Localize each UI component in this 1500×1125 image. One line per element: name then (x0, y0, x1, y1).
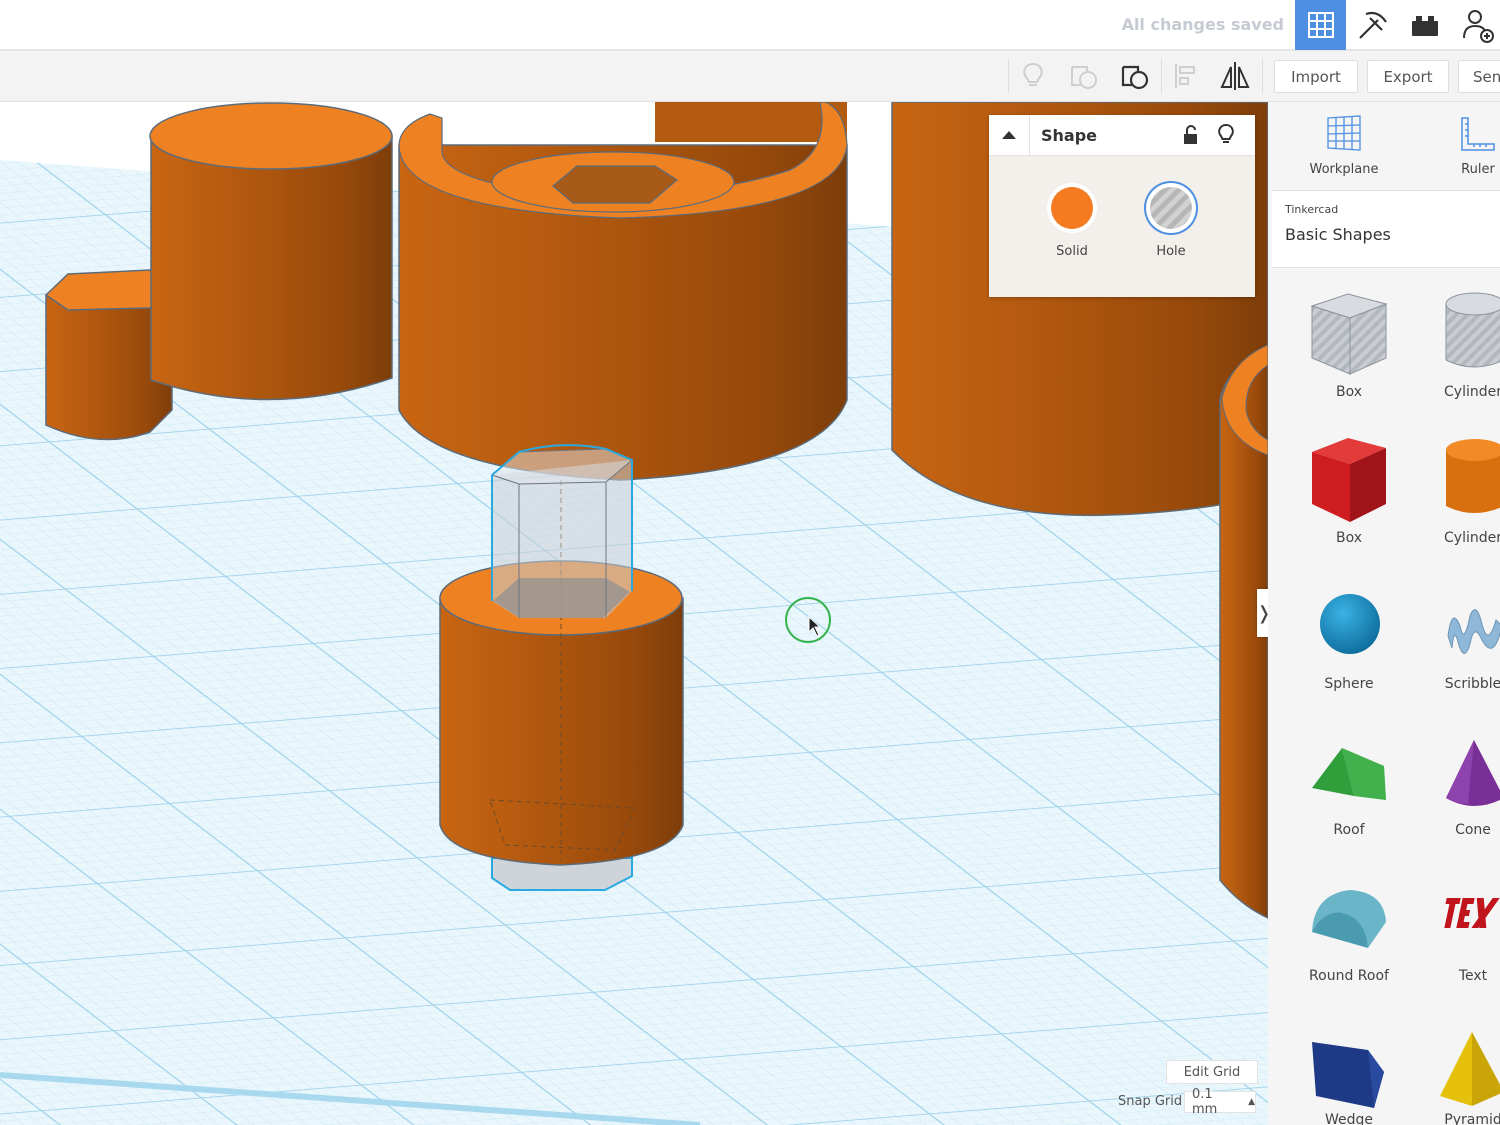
solid-label: Solid (1056, 244, 1088, 259)
export-button[interactable]: Export (1367, 60, 1449, 93)
edit-grid-button[interactable]: Edit Grid (1166, 1060, 1258, 1084)
cylinder-large[interactable] (149, 102, 393, 401)
shape-inspector: Shape Solid Hole (989, 115, 1255, 297)
library-name: Basic Shapes (1285, 225, 1391, 244)
shape-label: Cylinder (1444, 384, 1500, 400)
lightbulb-icon[interactable] (1008, 51, 1058, 101)
cup-shape[interactable] (398, 102, 848, 481)
sphere-icon (1320, 594, 1380, 654)
scribble-icon (1447, 609, 1500, 654)
shape-label: Box (1335, 384, 1363, 400)
shape-label: Sphere (1324, 676, 1374, 692)
shape-label: Text (1458, 968, 1488, 984)
workplane-tool[interactable]: Workplane (1284, 102, 1404, 190)
toolbar: Import Export Sen (0, 51, 1500, 102)
cylinder-hole-icon (1445, 292, 1500, 368)
pyramid-icon (1440, 1032, 1500, 1106)
cone-icon (1446, 740, 1500, 806)
lock-icon[interactable] (1182, 125, 1200, 149)
snap-grid-label: Snap Grid (1118, 1094, 1183, 1109)
shapes-panel: Workplane Ruler Tinkercad Basic Shapes B… (1268, 102, 1500, 1125)
inspector-header: Shape (989, 115, 1255, 156)
library-provider: Tinkercad (1285, 203, 1339, 216)
ruler-icon (1461, 117, 1495, 151)
shape-label: Box (1335, 530, 1363, 546)
workplane-label: Workplane (1309, 162, 1379, 177)
shape-label: Cone (1455, 822, 1491, 838)
chevron-up-icon (1002, 131, 1016, 139)
snap-grid-select[interactable]: 0.1 mm ▲ (1184, 1087, 1256, 1117)
import-button[interactable]: Import (1274, 60, 1358, 93)
ruler-label: Ruler (1461, 162, 1495, 177)
shape-label: Cylinder (1444, 530, 1500, 546)
solid-option[interactable] (1047, 183, 1097, 233)
shape-label: Scribble (1444, 676, 1500, 692)
add-user-icon[interactable] (1451, 0, 1500, 50)
hole-swatch (1150, 187, 1192, 229)
solid-swatch (1051, 187, 1093, 229)
toolbar-divider (1262, 59, 1263, 93)
shape-label: Round Roof (1309, 968, 1389, 984)
roof-icon (1312, 748, 1386, 800)
round-roof-icon (1312, 890, 1386, 948)
text-icon (1444, 898, 1500, 928)
align-icon[interactable] (1161, 51, 1211, 101)
save-status: All changes saved (1121, 15, 1284, 34)
shape-label: Wedge (1324, 1112, 1374, 1125)
cylinder-icon (1446, 439, 1500, 513)
chevron-up-icon: ▲ (1248, 1097, 1255, 1107)
snap-grid-value: 0.1 mm (1192, 1087, 1218, 1117)
ungroup-icon[interactable] (1110, 51, 1160, 101)
shape-library-select[interactable]: Tinkercad Basic Shapes (1272, 190, 1500, 268)
ruler-tool[interactable]: Ruler (1418, 102, 1500, 190)
group-icon[interactable] (1059, 51, 1109, 101)
hole-option[interactable] (1146, 183, 1196, 233)
box-icon (1312, 438, 1386, 522)
collapse-inspector-button[interactable] (989, 115, 1030, 155)
send-to-button[interactable]: Sen (1458, 60, 1500, 93)
shape-label: Pyramid (1444, 1112, 1500, 1125)
box-hole-icon (1310, 293, 1388, 375)
grid-view-icon[interactable] (1295, 0, 1346, 50)
pickaxe-icon[interactable] (1347, 0, 1398, 50)
mirror-icon[interactable] (1210, 51, 1260, 101)
shape-label: Roof (1333, 822, 1365, 838)
hole-label: Hole (1156, 244, 1186, 259)
inspector-title: Shape (1041, 126, 1098, 145)
wedge-icon (1312, 1042, 1384, 1108)
workplane-icon (1327, 115, 1361, 151)
top-bar: All changes saved (0, 0, 1500, 51)
lightbulb-icon[interactable] (1217, 123, 1235, 149)
brick-icon[interactable] (1399, 0, 1450, 50)
